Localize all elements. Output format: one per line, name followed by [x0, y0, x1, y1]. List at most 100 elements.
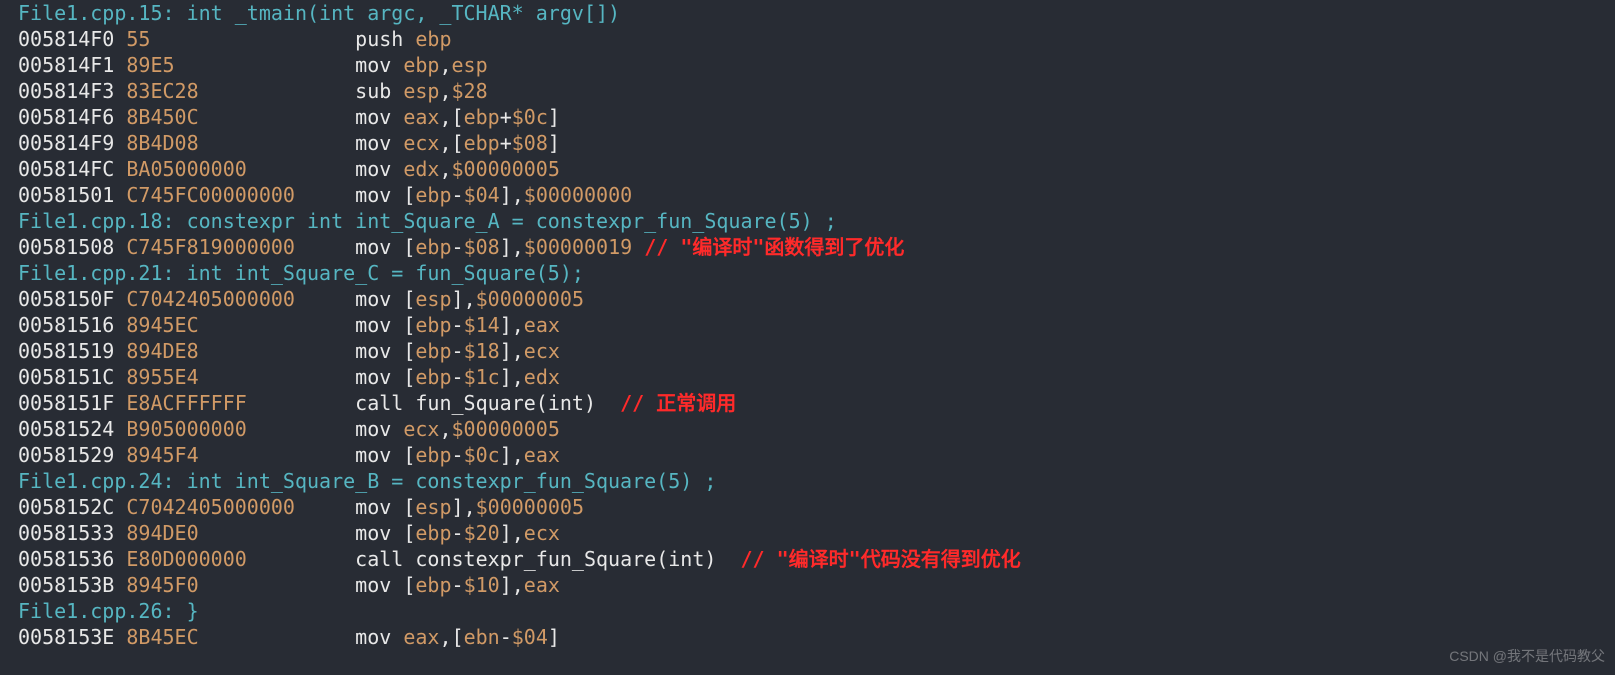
mnemonic: mov — [355, 53, 403, 77]
bracket: ] — [452, 495, 464, 519]
punct: , — [439, 131, 451, 155]
asm-line: 005814F1 89E5 mov ebp,esp — [18, 52, 1597, 78]
hex-bytes: 894DE8 — [126, 339, 198, 363]
asm-line: 0058153B 8945F0 mov [ebp-$10],eax — [18, 572, 1597, 598]
hex-bytes: 8945EC — [126, 313, 198, 337]
immediate: $00000005 — [452, 157, 560, 181]
address: 00581501 — [18, 183, 114, 207]
source-line: File1.cpp.21: int int_Square_C = fun_Squ… — [18, 260, 1597, 286]
hex-bytes: 8955E4 — [126, 365, 198, 389]
register: ebp — [415, 365, 451, 389]
punct: - — [452, 183, 464, 207]
register: edx — [524, 365, 560, 389]
address: 005814F1 — [18, 53, 114, 77]
asm-line: 0058150F C7042405000000 mov [esp],$00000… — [18, 286, 1597, 312]
mnemonic: mov — [355, 287, 403, 311]
register: ebp — [415, 235, 451, 259]
hex-bytes: E8ACFFFFFF — [126, 391, 246, 415]
punct: , — [512, 573, 524, 597]
asm-line: 005814F9 8B4D08 mov ecx,[ebp+$08] — [18, 130, 1597, 156]
hex-bytes: C745F819000000 — [126, 235, 295, 259]
asm-line: 005814F0 55 push ebp — [18, 26, 1597, 52]
punct: , — [512, 183, 524, 207]
register: esp — [415, 495, 451, 519]
register: ebp — [415, 443, 451, 467]
address: 00581516 — [18, 313, 114, 337]
immediate: $04 — [464, 183, 500, 207]
bracket: [ — [452, 131, 464, 155]
address: 0058150F — [18, 287, 114, 311]
mnemonic: mov — [355, 183, 403, 207]
register: ebp — [415, 27, 451, 51]
bracket: ] — [500, 365, 512, 389]
hex-bytes: 83EC28 — [126, 79, 198, 103]
asm-line: 0058152C C7042405000000 mov [esp],$00000… — [18, 494, 1597, 520]
mnemonic: mov — [355, 339, 403, 363]
register: esp — [452, 53, 488, 77]
punct: - — [452, 313, 464, 337]
punct: - — [452, 365, 464, 389]
address: 0058152C — [18, 495, 114, 519]
mnemonic: mov — [355, 625, 403, 649]
bracket: ] — [548, 625, 560, 649]
bracket: [ — [403, 365, 415, 389]
asm-line: 00581508 C745F819000000 mov [ebp-$08],$0… — [18, 234, 1597, 260]
immediate: $0c — [512, 105, 548, 129]
immediate: $08 — [512, 131, 548, 155]
punct: , — [512, 365, 524, 389]
hex-bytes: C745FC00000000 — [126, 183, 295, 207]
address: 0058153B — [18, 573, 114, 597]
watermark: CSDN @我不是代码教父 — [1449, 643, 1605, 669]
annotation: // "编译时"代码没有得到优化 — [741, 547, 1021, 571]
bracket: ] — [500, 183, 512, 207]
bracket: ] — [548, 105, 560, 129]
punct: , — [464, 287, 476, 311]
mnemonic: mov — [355, 157, 403, 181]
register: eax — [524, 573, 560, 597]
immediate: $20 — [464, 521, 500, 545]
immediate: $0c — [464, 443, 500, 467]
address: 00581533 — [18, 521, 114, 545]
bracket: [ — [403, 287, 415, 311]
register: esp — [415, 287, 451, 311]
address: 005814FC — [18, 157, 114, 181]
register: ecx — [403, 417, 439, 441]
source-text: File1.cpp.21: int int_Square_C = fun_Squ… — [18, 261, 584, 285]
asm-line: 0058151C 8955E4 mov [ebp-$1c],edx — [18, 364, 1597, 390]
mnemonic: mov — [355, 131, 403, 155]
punct: - — [452, 235, 464, 259]
mnemonic: mov — [355, 495, 403, 519]
annotation: // "编译时"函数得到了优化 — [632, 235, 904, 259]
asm-line: 00581501 C745FC00000000 mov [ebp-$04],$0… — [18, 182, 1597, 208]
punct: - — [500, 625, 512, 649]
address: 005814F0 — [18, 27, 114, 51]
punct: , — [512, 339, 524, 363]
source-line: File1.cpp.15: int _tmain(int argc, _TCHA… — [18, 0, 1597, 26]
bracket: ] — [500, 573, 512, 597]
source-line: File1.cpp.18: constexpr int int_Square_A… — [18, 208, 1597, 234]
hex-bytes: 8B450C — [126, 105, 198, 129]
immediate: $28 — [452, 79, 488, 103]
bracket: [ — [403, 339, 415, 363]
bracket: ] — [500, 339, 512, 363]
punct: - — [452, 521, 464, 545]
punct: , — [512, 235, 524, 259]
hex-bytes: 8945F0 — [126, 573, 198, 597]
source-line: File1.cpp.24: int int_Square_B = constex… — [18, 468, 1597, 494]
asm-line: 00581519 894DE8 mov [ebp-$18],ecx — [18, 338, 1597, 364]
source-text: File1.cpp.24: int int_Square_B = constex… — [18, 469, 716, 493]
immediate: $00000019 — [524, 235, 632, 259]
register: eax — [524, 443, 560, 467]
source-text: File1.cpp.15: int _tmain(int argc, _TCHA… — [18, 1, 620, 25]
punct: , — [512, 313, 524, 337]
address: 0058151C — [18, 365, 114, 389]
address: 00581524 — [18, 417, 114, 441]
asm-line: 0058151F E8ACFFFFFF call fun_Square(int)… — [18, 390, 1597, 416]
bracket: [ — [403, 313, 415, 337]
asm-line: 005814FC BA05000000 mov edx,$00000005 — [18, 156, 1597, 182]
register: ecx — [524, 339, 560, 363]
bracket: [ — [403, 443, 415, 467]
immediate: $14 — [464, 313, 500, 337]
address: 005814F3 — [18, 79, 114, 103]
bracket: [ — [403, 183, 415, 207]
